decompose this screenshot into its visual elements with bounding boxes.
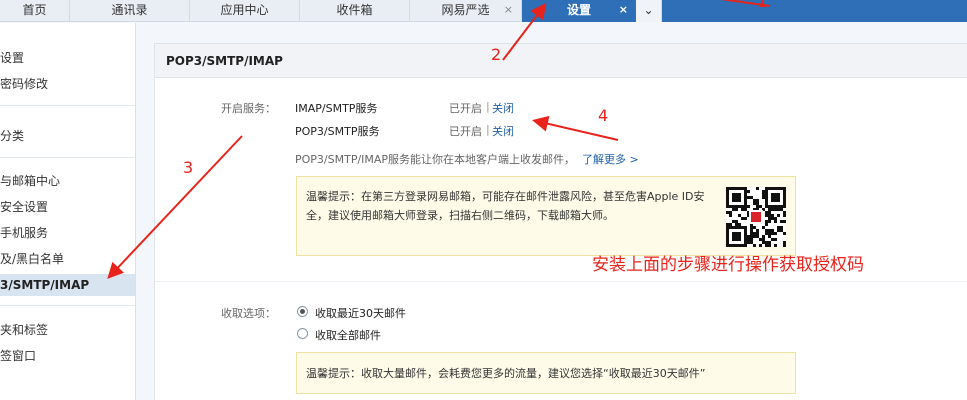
panel-header: POP3/SMTP/IMAP <box>155 44 967 78</box>
sidebar-item-folders[interactable]: 夹和标签 <box>0 319 135 341</box>
annotation-number: 2 <box>491 45 502 64</box>
status-separator: | <box>486 123 490 136</box>
tab-home[interactable]: 首页 <box>0 0 70 22</box>
tab-label: 设置 <box>566 3 591 17</box>
tab-bar-fill <box>662 0 967 22</box>
qr-code-image[interactable] <box>726 187 786 247</box>
tab-label: 收件箱 <box>336 3 373 17</box>
radio-label[interactable]: 收取最近30天邮件 <box>315 305 406 321</box>
imap-service-status: 已开启 <box>449 102 482 115</box>
sidebar-item-blacklist[interactable]: 及/黑白名单 <box>0 248 135 270</box>
tab-label: 通讯录 <box>111 3 148 17</box>
close-icon[interactable]: × <box>504 0 513 20</box>
tab-inbox[interactable]: 收件箱 <box>300 0 410 22</box>
service-info-text: POP3/SMTP/IMAP服务能让你在本地客户端上收发邮件， <box>295 153 576 166</box>
imap-service-name: IMAP/SMTP服务 <box>295 102 378 115</box>
sidebar-item-label: 与邮箱中心 <box>0 174 61 188</box>
radio-recent-30-days[interactable] <box>297 306 308 317</box>
sidebar-item-label: 及/黑白名单 <box>0 252 65 266</box>
sidebar-item-label: 手机服务 <box>0 226 49 240</box>
sidebar-divider <box>0 305 135 306</box>
annotation-number: 4 <box>598 106 609 125</box>
tab-more[interactable]: ⌄ <box>636 0 662 22</box>
chevron-down-icon: ⌄ <box>643 3 654 17</box>
status-separator: | <box>486 100 490 113</box>
tab-contacts[interactable]: 通讯录 <box>70 0 190 22</box>
imap-close-link[interactable]: 关闭 <box>492 100 514 116</box>
tab-app-center[interactable]: 应用中心 <box>190 0 300 22</box>
section-divider <box>155 281 967 282</box>
sidebar-item-mail-center[interactable]: 与邮箱中心 <box>0 170 135 192</box>
tab-label: 应用中心 <box>220 3 269 17</box>
sidebar-item-signature[interactable]: 签窗口 <box>0 345 135 367</box>
tip-text-traffic: 温馨提示：收取大量邮件，会耗费您更多的流量，建议您选择“收取最近30天邮件” <box>306 367 706 380</box>
tip-text-line2: 全，建议使用邮箱大师登录，扫描右侧二维码，下载邮箱大师。 <box>306 209 614 222</box>
sidebar: 设置 密码修改 分类 与邮箱中心 安全设置 手机服务 及/黑白名单 3/SMTP… <box>0 23 136 400</box>
radio-all-mail[interactable] <box>297 328 308 339</box>
close-icon[interactable]: × <box>619 0 628 20</box>
sidebar-item-label: 安全设置 <box>0 200 49 214</box>
pop3-close-link[interactable]: 关闭 <box>492 123 514 139</box>
sidebar-item-settings[interactable]: 设置 <box>0 47 135 69</box>
pop3-service-name: POP3/SMTP服务 <box>295 125 380 138</box>
sidebar-item-label: 密码修改 <box>0 77 49 91</box>
sidebar-item-security[interactable]: 安全设置 <box>0 196 135 218</box>
sidebar-divider <box>0 105 135 106</box>
tab-label: 网易严选 <box>441 3 490 17</box>
annotation-number: 1 <box>757 0 768 11</box>
annotation-number: 3 <box>183 158 194 177</box>
tab-label: 首页 <box>22 3 47 17</box>
sidebar-item-label: 设置 <box>0 51 25 65</box>
sidebar-item-mobile[interactable]: 手机服务 <box>0 222 135 244</box>
learn-more-link[interactable]: 了解更多 > <box>582 151 639 167</box>
sidebar-divider <box>0 157 135 158</box>
annotation-note: 安装上面的步骤进行操作获取授权码 <box>592 255 864 275</box>
sidebar-item-password[interactable]: 密码修改 <box>0 73 135 95</box>
radio-label[interactable]: 收取全部邮件 <box>315 327 381 343</box>
receive-label: 收取选项： <box>221 307 276 320</box>
tab-yanxuan[interactable]: 网易严选 × <box>410 0 522 22</box>
panel-title: POP3/SMTP/IMAP <box>166 54 283 68</box>
tip-text-line1: 温馨提示：在第三方登录网易邮箱，可能存在邮件泄露风险，甚至危害Apple ID安 <box>306 190 705 203</box>
sidebar-item-label: 签窗口 <box>0 349 37 363</box>
sidebar-item-label: 3/SMTP/IMAP <box>0 278 90 292</box>
sidebar-item-category[interactable]: 分类 <box>0 125 135 147</box>
sidebar-item-label: 夹和标签 <box>0 323 49 337</box>
sidebar-item-label: 分类 <box>0 129 25 143</box>
pop3-service-status: 已开启 <box>449 125 482 138</box>
service-label: 开启服务： <box>221 102 276 115</box>
tab-bar: 首页 通讯录 应用中心 收件箱 网易严选 × 设置 × ⌄ <box>0 0 967 22</box>
tab-settings[interactable]: 设置 × <box>522 0 636 22</box>
sidebar-item-pop3[interactable]: 3/SMTP/IMAP <box>0 274 135 296</box>
